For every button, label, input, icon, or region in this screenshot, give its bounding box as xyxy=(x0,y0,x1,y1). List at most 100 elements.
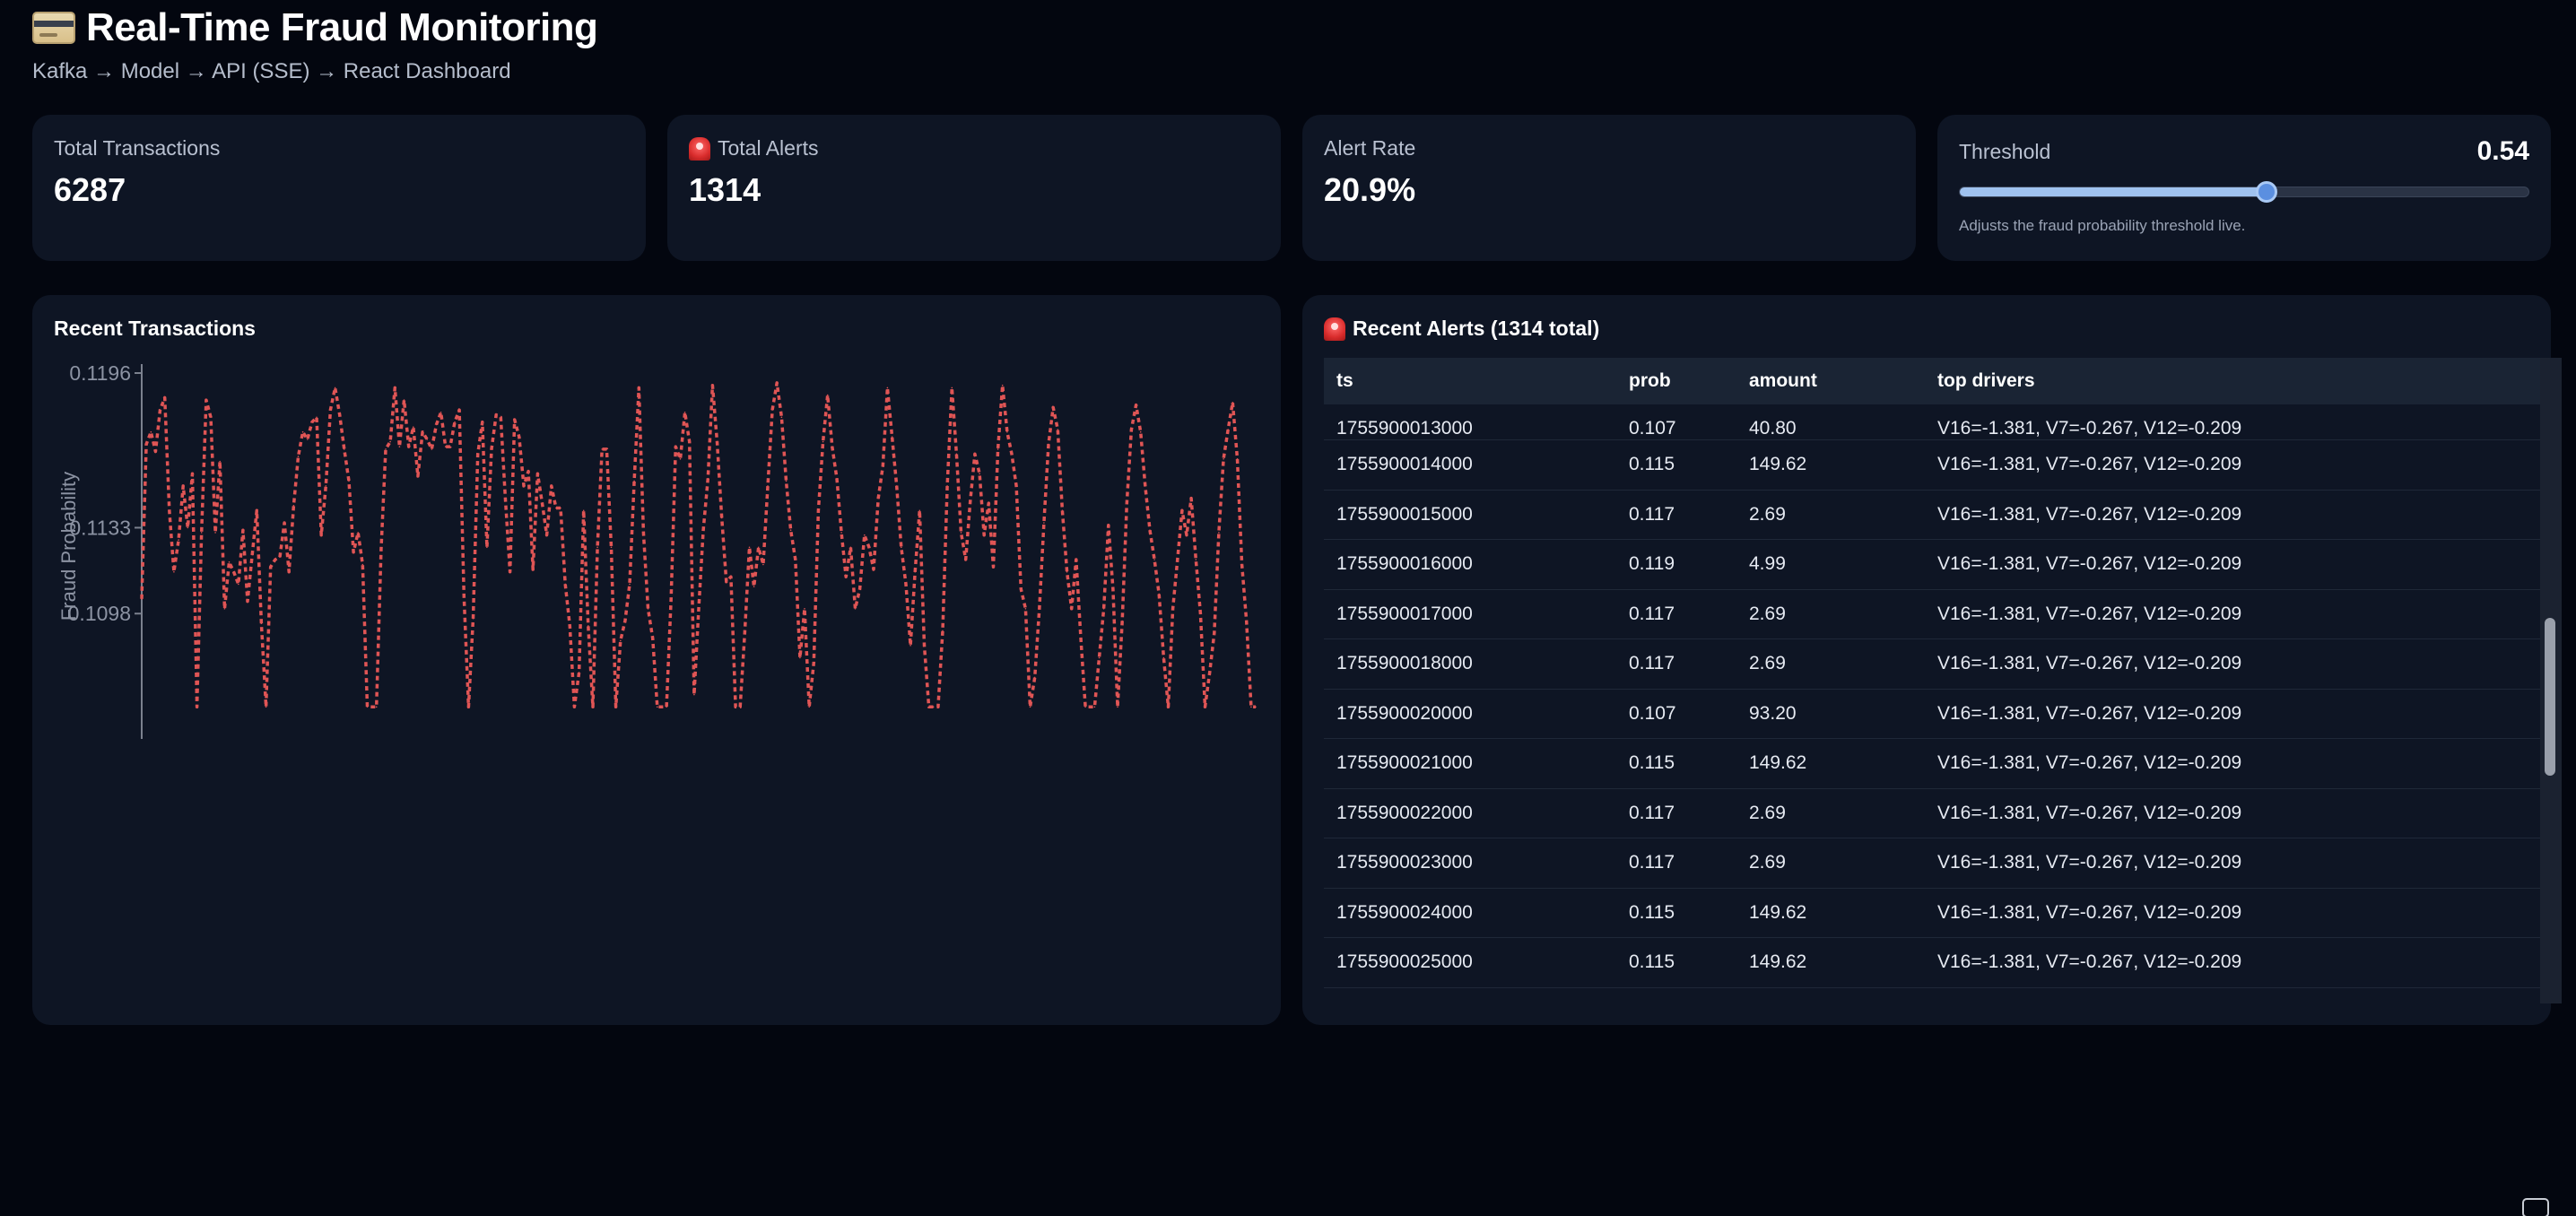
data-point xyxy=(638,387,640,389)
data-point xyxy=(325,485,327,487)
cell-top-drivers: V16=-1.381, V7=-0.267, V12=-0.209 xyxy=(1937,454,2242,475)
data-point xyxy=(661,706,663,708)
data-point xyxy=(596,546,598,549)
data-point xyxy=(398,446,401,447)
data-point xyxy=(426,439,429,440)
data-point xyxy=(711,384,714,387)
data-point xyxy=(582,509,585,512)
data-point xyxy=(813,662,815,664)
cell-prob: 0.107 xyxy=(1629,418,1676,439)
cell-prob: 0.115 xyxy=(1629,951,1675,973)
cell-ts: 1755900023000 xyxy=(1336,852,1473,873)
table-row[interactable]: 1755900025000 0.115 149.62 V16=-1.381, V7=-… xyxy=(1324,938,2540,988)
data-point xyxy=(762,563,764,566)
data-point xyxy=(1126,502,1128,504)
data-point xyxy=(1066,570,1068,573)
data-point xyxy=(560,507,561,509)
data-point xyxy=(196,706,198,708)
data-point xyxy=(472,617,474,620)
table-row[interactable]: 1755900022000 0.117 2.69 V16=-1.381, V7=-0.… xyxy=(1324,789,2540,838)
data-point xyxy=(979,473,980,474)
table-row[interactable]: 1755900013000 0.107 40.80 V16=-1.381, V7=-0… xyxy=(1324,404,2540,440)
table-row[interactable]: 1755900018000 0.117 2.69 V16=-1.381, V7=-0.… xyxy=(1324,639,2540,690)
page-header: Real-Time Fraud Monitoring Kafka → Model… xyxy=(32,5,598,84)
cell-amount: 2.69 xyxy=(1749,503,1786,525)
data-point xyxy=(163,396,166,399)
data-point xyxy=(808,706,810,708)
alerts-table-scroll[interactable]: ts prob amount top drivers 1755900013000… xyxy=(1324,358,2565,1003)
table-row[interactable]: 1755900016000 0.119 4.99 V16=-1.381, V7=-0.… xyxy=(1324,540,2540,590)
data-point xyxy=(1171,608,1174,610)
data-point xyxy=(716,440,718,443)
table-row[interactable]: 1755900020000 0.107 93.20 V16=-1.381, V7=-0… xyxy=(1324,690,2540,739)
data-point xyxy=(1204,706,1206,708)
data-point xyxy=(1117,706,1118,708)
data-point xyxy=(1177,559,1179,560)
data-point xyxy=(647,608,649,610)
alerts-table-header: ts prob amount top drivers xyxy=(1324,358,2540,404)
table-row[interactable]: 1755900024000 0.115 149.62 V16=-1.381, V7=-… xyxy=(1324,889,2540,938)
data-point xyxy=(228,561,231,563)
alerts-table-scroll-thumb[interactable] xyxy=(2545,618,2555,776)
cell-top-drivers: V16=-1.381, V7=-0.267, V12=-0.209 xyxy=(1937,752,2242,774)
data-point xyxy=(877,497,879,499)
data-point xyxy=(592,706,594,708)
cell-ts: 1755900018000 xyxy=(1336,653,1473,674)
data-point xyxy=(960,532,962,534)
cell-ts: 1755900024000 xyxy=(1336,901,1473,923)
column-header-ts[interactable]: ts xyxy=(1336,370,1353,392)
cell-prob: 0.115 xyxy=(1629,901,1675,923)
column-header-prob[interactable]: prob xyxy=(1629,370,1671,392)
data-point xyxy=(338,413,341,416)
data-point xyxy=(394,387,396,389)
alerts-table-scrollbar[interactable] xyxy=(2540,358,2562,1003)
data-point xyxy=(1006,430,1008,433)
cell-amount: 2.69 xyxy=(1749,653,1786,674)
column-header-top-drivers[interactable]: top drivers xyxy=(1937,370,2035,392)
data-point xyxy=(666,706,667,708)
data-points xyxy=(141,382,1257,708)
table-row[interactable]: 1755900015000 0.117 2.69 V16=-1.381, V7=-0.… xyxy=(1324,491,2540,540)
credit-card-icon xyxy=(32,12,75,44)
page-subtitle: Kafka → Model → API (SSE) → React Dashbo… xyxy=(32,59,511,83)
data-point xyxy=(545,534,548,536)
data-point xyxy=(555,507,557,509)
page-title: Real-Time Fraud Monitoring xyxy=(86,5,598,49)
data-point xyxy=(1102,608,1105,610)
threshold-slider[interactable] xyxy=(1959,181,2529,203)
data-point xyxy=(439,412,442,413)
data-point xyxy=(744,632,746,634)
data-point xyxy=(1121,620,1123,622)
data-point xyxy=(642,532,645,534)
cell-ts: 1755900017000 xyxy=(1336,603,1473,624)
data-point xyxy=(1048,443,1049,446)
table-row[interactable]: 1755900021000 0.115 149.62 V16=-1.381, V7=-… xyxy=(1324,739,2540,789)
data-point xyxy=(601,448,603,450)
cell-top-drivers: V16=-1.381, V7=-0.267, V12=-0.209 xyxy=(1937,852,2242,873)
data-point xyxy=(1255,706,1257,708)
data-point xyxy=(435,423,438,426)
data-point xyxy=(260,622,263,624)
data-point xyxy=(329,409,332,411)
column-header-amount[interactable]: amount xyxy=(1749,370,1817,392)
table-row[interactable]: 1755900014000 0.115 149.62 V16=-1.381, V7=-… xyxy=(1324,440,2540,491)
data-point xyxy=(238,583,239,586)
screenshot-icon[interactable] xyxy=(2522,1198,2549,1216)
data-point xyxy=(357,532,360,534)
data-point xyxy=(657,706,658,708)
data-point xyxy=(1093,706,1096,708)
cell-prob: 0.107 xyxy=(1629,702,1676,724)
data-point xyxy=(1144,485,1146,487)
data-point xyxy=(288,570,291,573)
data-point xyxy=(1052,406,1054,409)
data-point xyxy=(265,706,267,708)
threshold-slider-thumb[interactable] xyxy=(2256,181,2278,203)
data-point xyxy=(901,546,902,549)
data-point xyxy=(444,446,447,447)
data-point xyxy=(633,480,635,482)
table-row[interactable]: 1755900017000 0.117 2.69 V16=-1.381, V7=-0.… xyxy=(1324,590,2540,639)
cell-prob: 0.117 xyxy=(1629,503,1675,525)
data-point xyxy=(344,448,345,450)
table-row[interactable]: 1755900023000 0.117 2.69 V16=-1.381, V7=-0.… xyxy=(1324,838,2540,889)
data-point xyxy=(523,485,525,487)
